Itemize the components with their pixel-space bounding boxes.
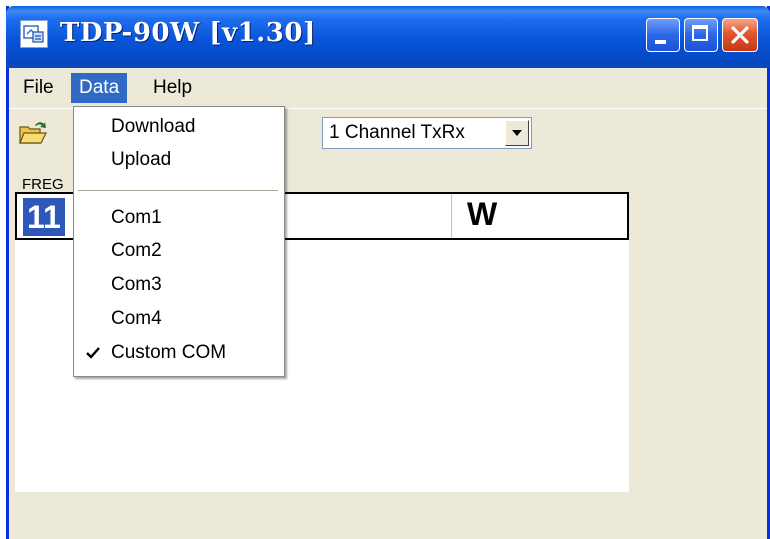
menu-data[interactable]: Data xyxy=(71,73,128,103)
open-folder-icon[interactable] xyxy=(18,119,48,147)
title-bar[interactable]: TDP-90W [v1.30] xyxy=(6,6,770,68)
channel-mode-dropdown-button[interactable] xyxy=(505,120,529,146)
window-title: TDP-90W [v1.30] xyxy=(60,18,316,48)
menu-item-label: Download xyxy=(111,116,196,137)
frequency-label: FREG xyxy=(22,176,64,193)
data-menu-dropdown: Download Upload Com1 Com2 Com3 Com4 Cust… xyxy=(73,106,285,377)
menu-item-label: Com3 xyxy=(111,274,162,295)
menu-item-label: Com1 xyxy=(111,207,162,228)
menu-file[interactable]: File xyxy=(15,73,62,103)
checkmark-icon xyxy=(86,347,100,359)
menu-item-label: Upload xyxy=(111,149,172,170)
close-icon xyxy=(731,26,749,44)
app-icon[interactable] xyxy=(20,20,48,48)
channel-mode-select[interactable]: 1 Channel TxRx xyxy=(322,117,532,149)
power-unit: W xyxy=(467,196,498,232)
menu-bar: File Data Help xyxy=(9,68,767,108)
menu-item-com1[interactable]: Com1 xyxy=(74,202,284,234)
menu-item-custom-com[interactable]: Custom COM xyxy=(74,337,284,369)
menu-item-com3[interactable]: Com3 xyxy=(74,269,284,301)
display-divider xyxy=(451,194,452,238)
app-window: TDP-90W [v1.30] File Data Help · 1 Chann… xyxy=(6,6,770,539)
menu-item-com2[interactable]: Com2 xyxy=(74,235,284,267)
menu-item-label: Com2 xyxy=(111,240,162,261)
menu-item-upload[interactable]: Upload xyxy=(74,144,284,176)
menu-help[interactable]: Help xyxy=(145,73,200,103)
channel-mode-value: 1 Channel TxRx xyxy=(329,122,465,143)
chevron-down-icon xyxy=(512,130,522,136)
menu-item-label: Custom COM xyxy=(111,342,227,363)
frequency-value: 11 xyxy=(23,198,65,236)
menu-item-label: Com4 xyxy=(111,308,162,329)
menu-item-com4[interactable]: Com4 xyxy=(74,303,284,335)
menu-separator xyxy=(78,190,278,191)
maximize-button[interactable] xyxy=(684,18,718,52)
close-button[interactable] xyxy=(722,18,758,52)
menu-item-download[interactable]: Download xyxy=(74,111,284,143)
minimize-button[interactable] xyxy=(646,18,680,52)
